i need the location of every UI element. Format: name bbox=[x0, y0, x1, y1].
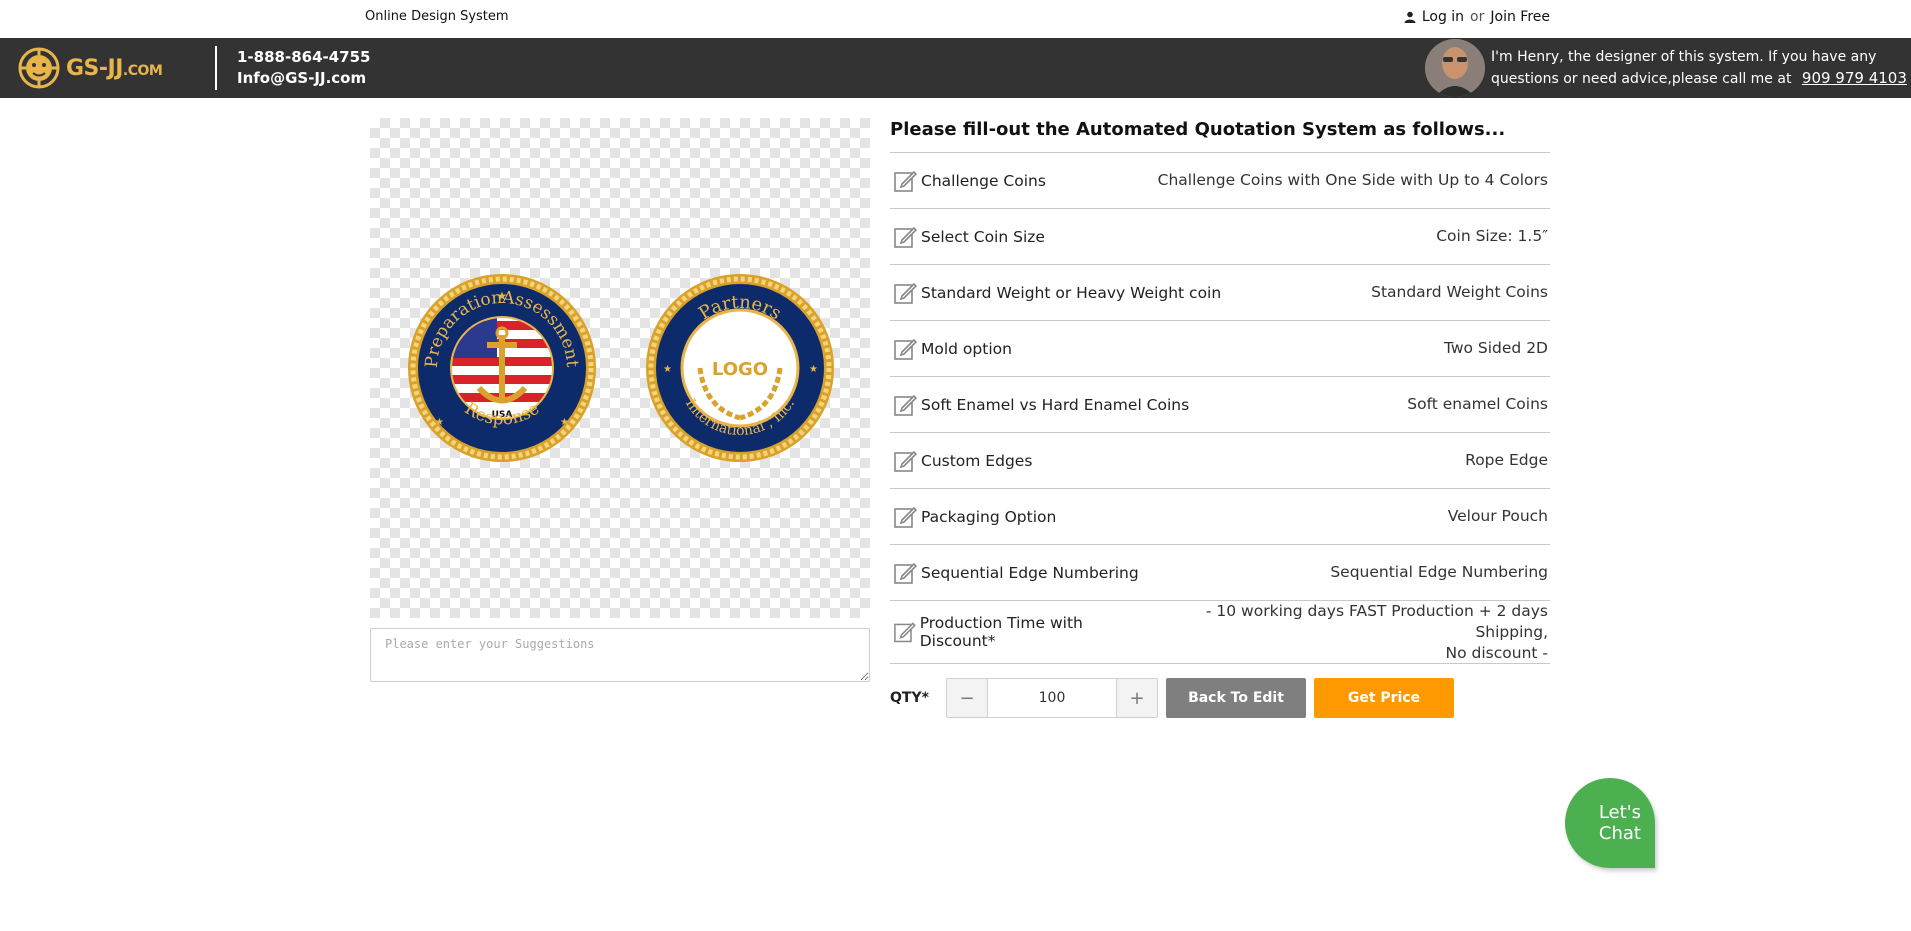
option-label-text: Soft Enamel vs Hard Enamel Coins bbox=[921, 395, 1190, 414]
auth-links: Log in or Join Free bbox=[1404, 9, 1550, 25]
edit-icon bbox=[894, 622, 916, 643]
site-logo[interactable]: GS-JJ.COM bbox=[18, 46, 184, 90]
quantity-stepper: − + bbox=[946, 678, 1158, 718]
option-label: Challenge Coins bbox=[890, 169, 1046, 193]
user-icon bbox=[1404, 11, 1416, 23]
contact-info: 1-888-864-4755 Info@GS-JJ.com bbox=[237, 47, 370, 89]
coin-back-image: LOGO Partners International , Inc. ★ ★ bbox=[646, 274, 834, 462]
lets-chat-button[interactable]: Let's Chat bbox=[1565, 778, 1655, 868]
edit-icon bbox=[894, 450, 917, 472]
site-section-title: Online Design System bbox=[365, 9, 509, 24]
svg-text:★: ★ bbox=[560, 417, 569, 428]
option-label: Sequential Edge Numbering bbox=[890, 561, 1139, 585]
option-list: Challenge Coins Challenge Coins with One … bbox=[890, 152, 1550, 664]
option-row[interactable]: Sequential Edge Numbering Sequential Edge… bbox=[890, 545, 1550, 601]
coin-back-center-text: LOGO bbox=[712, 359, 768, 380]
option-label: Custom Edges bbox=[890, 449, 1032, 473]
chat-line-1: Let's bbox=[1598, 802, 1641, 823]
option-value: Soft enamel Coins bbox=[1407, 395, 1548, 413]
option-label: Soft Enamel vs Hard Enamel Coins bbox=[890, 393, 1189, 417]
lion-logo-icon bbox=[18, 47, 60, 89]
svg-text:★: ★ bbox=[663, 364, 672, 375]
get-price-button[interactable]: Get Price bbox=[1314, 678, 1454, 718]
edit-icon bbox=[894, 170, 917, 192]
designer-contact: I'm Henry, the designer of this system. … bbox=[1425, 38, 1911, 98]
option-label-text: Custom Edges bbox=[921, 451, 1033, 470]
edit-icon bbox=[894, 226, 917, 248]
option-row[interactable]: Production Time with Discount* - 10 worki… bbox=[890, 601, 1550, 664]
edit-icon bbox=[894, 338, 917, 360]
option-value: Two Sided 2D bbox=[1443, 339, 1548, 357]
coin-front-image: USA Preparation Assessment Response ★ ★ … bbox=[408, 274, 596, 462]
option-label-text: Challenge Coins bbox=[921, 171, 1046, 190]
option-label-text: Production Time with Discount* bbox=[919, 614, 1083, 650]
svg-text:★: ★ bbox=[809, 364, 818, 375]
or-text: or bbox=[1470, 9, 1485, 25]
edit-icon bbox=[894, 394, 917, 416]
option-label-text: Mold option bbox=[921, 339, 1012, 358]
option-value: Sequential Edge Numbering bbox=[1330, 563, 1548, 581]
option-row[interactable]: Custom Edges Rope Edge bbox=[890, 433, 1550, 489]
option-label-text: Packaging Option bbox=[921, 507, 1057, 526]
option-value: Rope Edge bbox=[1465, 451, 1548, 469]
join-free-link[interactable]: Join Free bbox=[1490, 9, 1550, 25]
designer-phone[interactable]: 909 979 4103 bbox=[1802, 69, 1907, 87]
phone-number[interactable]: 1-888-864-4755 bbox=[237, 47, 370, 68]
option-row[interactable]: Mold option Two Sided 2D bbox=[890, 321, 1550, 377]
back-to-edit-button[interactable]: Back To Edit bbox=[1166, 678, 1306, 718]
option-value: - 10 working days FAST Production + 2 da… bbox=[1205, 601, 1548, 662]
option-value: Standard Weight Coins bbox=[1371, 283, 1548, 301]
designer-message: I'm Henry, the designer of this system. … bbox=[1491, 48, 1907, 87]
login-link[interactable]: Log in bbox=[1422, 9, 1464, 25]
top-bar: Online Design System Log in or Join Free bbox=[0, 0, 1911, 38]
option-value: Challenge Coins with One Side with Up to… bbox=[1157, 171, 1548, 189]
option-row[interactable]: Challenge Coins Challenge Coins with One … bbox=[890, 153, 1550, 209]
edit-icon bbox=[894, 562, 917, 584]
option-row[interactable]: Standard Weight or Heavy Weight coin Stan… bbox=[890, 265, 1550, 321]
option-value: Coin Size: 1.5″ bbox=[1436, 227, 1548, 245]
qty-label: QTY* bbox=[890, 690, 929, 706]
option-row[interactable]: Select Coin Size Coin Size: 1.5″ bbox=[890, 209, 1550, 265]
svg-text:★: ★ bbox=[435, 417, 444, 428]
option-row[interactable]: Packaging Option Velour Pouch bbox=[890, 489, 1550, 545]
option-label: Packaging Option bbox=[890, 505, 1056, 529]
option-label-text: Standard Weight or Heavy Weight coin bbox=[921, 283, 1222, 302]
edit-icon bbox=[894, 506, 917, 528]
avatar bbox=[1425, 39, 1485, 97]
option-label-text: Sequential Edge Numbering bbox=[921, 563, 1139, 582]
option-label-text: Select Coin Size bbox=[921, 227, 1045, 246]
qty-decrease-button[interactable]: − bbox=[947, 679, 987, 717]
option-label: Production Time with Discount* bbox=[890, 614, 1150, 650]
email-address[interactable]: Info@GS-JJ.com bbox=[237, 68, 370, 89]
logo-text: GS-JJ.COM bbox=[66, 55, 163, 81]
header-divider bbox=[215, 46, 217, 90]
chat-line-2: Chat bbox=[1598, 823, 1641, 844]
option-label: Mold option bbox=[890, 337, 1012, 361]
form-title: Please fill-out the Automated Quotation … bbox=[890, 119, 1506, 140]
option-label: Standard Weight or Heavy Weight coin bbox=[890, 281, 1221, 305]
suggestions-input[interactable] bbox=[370, 628, 870, 682]
option-row[interactable]: Soft Enamel vs Hard Enamel Coins Soft ena… bbox=[890, 377, 1550, 433]
coin-preview: USA Preparation Assessment Response ★ ★ … bbox=[370, 118, 870, 618]
quantity-area: QTY* − + Back To Edit Get Price bbox=[890, 677, 1454, 719]
svg-text:★: ★ bbox=[497, 289, 508, 303]
qty-increase-button[interactable]: + bbox=[1117, 679, 1157, 717]
option-value: Velour Pouch bbox=[1447, 507, 1548, 525]
qty-input[interactable] bbox=[987, 679, 1117, 717]
option-label: Select Coin Size bbox=[890, 225, 1045, 249]
site-header: GS-JJ.COM 1-888-864-4755 Info@GS-JJ.com … bbox=[0, 38, 1911, 98]
edit-icon bbox=[894, 282, 917, 304]
